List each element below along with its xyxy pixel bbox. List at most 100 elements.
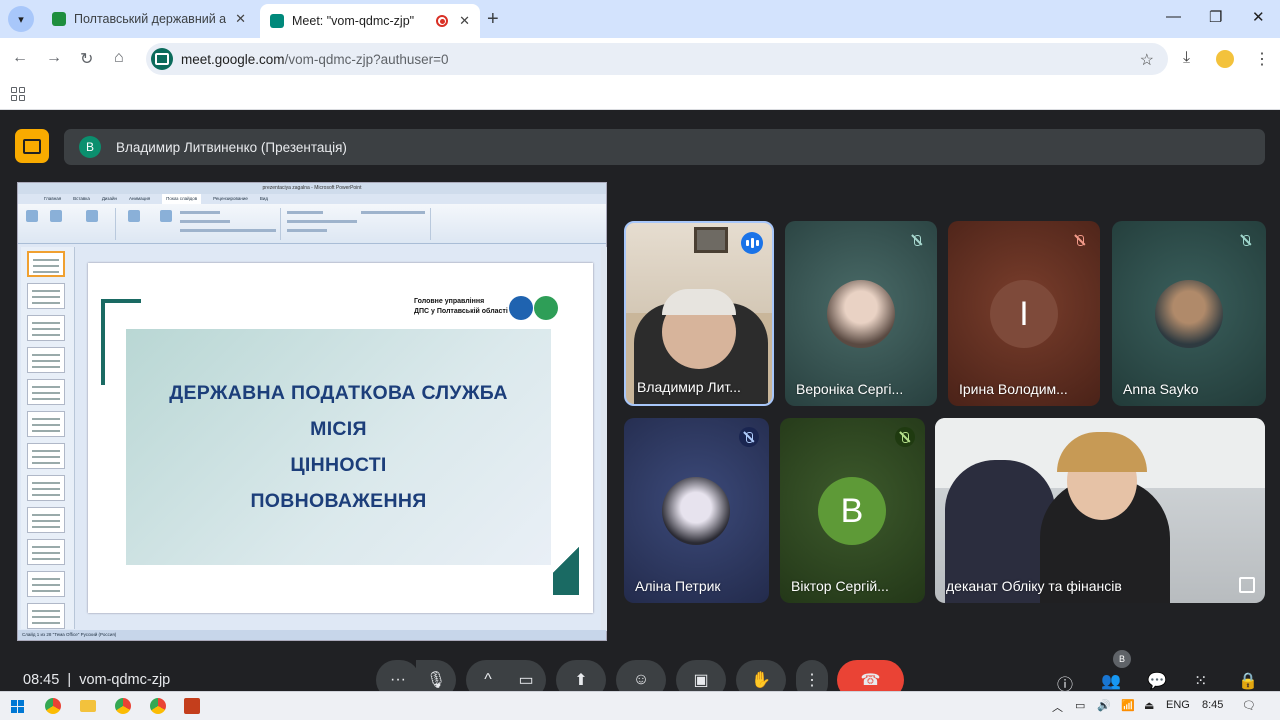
chat-icon[interactable]: 💬 <box>1147 671 1167 691</box>
close-icon[interactable]: ✕ <box>235 11 246 27</box>
restore-button[interactable]: ❐ <box>1209 8 1222 26</box>
presenter-avatar: В <box>79 136 101 158</box>
slide-thumbnail[interactable] <box>27 603 65 629</box>
dps-logo-icon <box>509 296 533 320</box>
powerpoint-icon[interactable] <box>182 696 202 716</box>
participant-tile-anna[interactable]: Anna Sayko <box>1112 221 1266 406</box>
recording-icon <box>436 15 448 27</box>
slide-thumbnail[interactable] <box>27 411 65 437</box>
ppt-tab: Рецензирование <box>213 196 248 201</box>
ribbon-option <box>287 211 323 214</box>
ppt-tab: Показ слайдов <box>162 194 202 204</box>
participant-avatar <box>827 280 895 348</box>
browser-menu-icon[interactable]: ⋮ <box>1254 49 1270 69</box>
participant-tile-alina[interactable]: Аліна Петрик <box>624 418 769 603</box>
present-screen-icon: ⬆ <box>574 672 588 689</box>
thumbnail-line <box>32 488 60 490</box>
participant-name: Аліна Петрик <box>635 578 721 594</box>
bookmark-star-icon[interactable]: ☆ <box>1140 50 1154 70</box>
tab-meet[interactable]: Meet: "vom-qdmc-zjp" ✕ <box>260 4 480 38</box>
new-tab-button[interactable]: + <box>487 8 499 31</box>
chevron-up-icon: ^ <box>484 671 492 688</box>
thumbnail-line <box>32 558 60 560</box>
url-path: /vom-qdmc-zjp?authuser=0 <box>284 51 449 67</box>
participant-tile-veronika[interactable]: Вероніка Сергі... <box>785 221 937 406</box>
slide-thumbnail[interactable] <box>27 379 65 405</box>
tab-search-button[interactable]: ▾ <box>8 6 34 32</box>
apps-grid-icon[interactable] <box>11 87 25 101</box>
ppt-ribbon <box>18 204 606 244</box>
pin-icon[interactable] <box>1239 577 1255 593</box>
url-text[interactable]: meet.google.com/vom-qdmc-zjp?authuser=0 <box>181 52 449 67</box>
ppt-window-title: prezentaciya zagalna - Microsoft PowerPo… <box>18 183 606 194</box>
windows-start-icon[interactable] <box>7 696 27 716</box>
participant-tile-dekanat[interactable]: деканат Обліку та фінансів <box>935 418 1265 603</box>
ppt-slide-thumbnails[interactable] <box>21 247 75 629</box>
slide-thumbnail[interactable] <box>27 315 65 341</box>
hand-icon: ✋ <box>751 672 771 689</box>
ribbon-group <box>116 208 281 240</box>
slide-title-line: ПОВНОВАЖЕННЯ <box>250 490 427 512</box>
notifications-icon[interactable]: 🗨 <box>1242 699 1256 712</box>
activities-icon[interactable]: ⁙ <box>1194 671 1207 691</box>
volume-icon[interactable]: 🔊 <box>1097 699 1111 712</box>
slide-thumbnail[interactable] <box>27 283 65 309</box>
tab-classroom[interactable]: Полтавський державний аграр ✕ <box>42 0 256 38</box>
network-icon[interactable]: 📶 <box>1121 699 1135 712</box>
ribbon-option <box>180 229 276 232</box>
profile-avatar[interactable] <box>1216 50 1234 68</box>
host-controls-icon[interactable]: 🔒 <box>1238 671 1258 691</box>
thumbnail-line <box>32 354 60 356</box>
ribbon-option <box>361 211 425 214</box>
ppt-tab: Дизайн <box>101 196 118 201</box>
back-button[interactable]: ← <box>12 49 28 67</box>
participant-tile-viktor[interactable]: B Віктор Сергій... <box>780 418 925 603</box>
participant-tile-vladimir[interactable]: Владимир Лит... <box>624 221 774 406</box>
home-button[interactable]: ⌂ <box>114 49 124 67</box>
participant-name: Anna Sayko <box>1123 381 1199 397</box>
minimize-button[interactable]: — <box>1166 8 1181 25</box>
language-indicator[interactable]: ENG <box>1166 699 1190 711</box>
slide-logo-line: ДПС у Полтавській області <box>414 308 508 315</box>
reload-button[interactable]: ↻ <box>80 49 93 69</box>
participant-tile-iryna[interactable]: I Ірина Володим... <box>948 221 1100 406</box>
chrome-icon[interactable] <box>148 696 168 716</box>
ppt-scrollbar[interactable] <box>601 247 607 631</box>
thumbnail-line <box>32 546 60 548</box>
browser-toolbar: ← → ↻ ⌂ meet.google.com/vom-qdmc-zjp?aut… <box>0 38 1280 80</box>
chrome-icon[interactable] <box>43 696 63 716</box>
shared-screen-presentation[interactable]: prezentaciya zagalna - Microsoft PowerPo… <box>17 182 607 641</box>
chrome-icon[interactable] <box>113 696 133 716</box>
download-icon[interactable]: ⤓ <box>1183 49 1190 67</box>
participant-name: Вероніка Сергі... <box>796 381 904 397</box>
thumbnail-line <box>32 450 60 452</box>
close-icon[interactable]: ✕ <box>459 13 470 29</box>
slide-thumbnail[interactable] <box>27 347 65 373</box>
mic-off-icon <box>1236 230 1256 250</box>
presentation-badge-icon[interactable] <box>15 129 49 163</box>
thumbnail-line <box>32 610 60 612</box>
slide-thumbnail[interactable] <box>27 251 65 277</box>
slide-thumbnail[interactable] <box>27 539 65 565</box>
slide-thumbnail[interactable] <box>27 571 65 597</box>
address-bar[interactable]: meet.google.com/vom-qdmc-zjp?authuser=0 … <box>146 43 1168 75</box>
slide-thumbnail[interactable] <box>27 507 65 533</box>
slide-thumbnail[interactable] <box>27 475 65 501</box>
close-window-button[interactable]: ✕ <box>1252 8 1265 26</box>
mic-off-icon <box>907 230 927 250</box>
slide-thumbnail[interactable] <box>27 443 65 469</box>
person-hair <box>662 289 736 315</box>
taskbar-clock[interactable]: 8:45 <box>1202 699 1223 711</box>
url-host: meet.google.com <box>181 51 285 67</box>
usb-icon: ⏏ <box>1144 700 1155 712</box>
file-explorer-icon[interactable] <box>78 696 98 716</box>
speaking-indicator-icon <box>741 232 763 254</box>
people-icon[interactable]: 👥 <box>1101 671 1121 691</box>
thumbnail-line <box>33 271 59 273</box>
site-info-icon[interactable] <box>151 48 173 70</box>
forward-button[interactable]: → <box>46 49 62 67</box>
tray-overflow-icon[interactable]: ︿ <box>1052 699 1063 715</box>
presenter-label: Владимир Литвиненко (Презентація) <box>116 139 347 155</box>
thumbnail-line <box>32 424 60 426</box>
slide-title-line: ДЕРЖАВНА ПОДАТКОВА СЛУЖБА <box>169 382 508 404</box>
